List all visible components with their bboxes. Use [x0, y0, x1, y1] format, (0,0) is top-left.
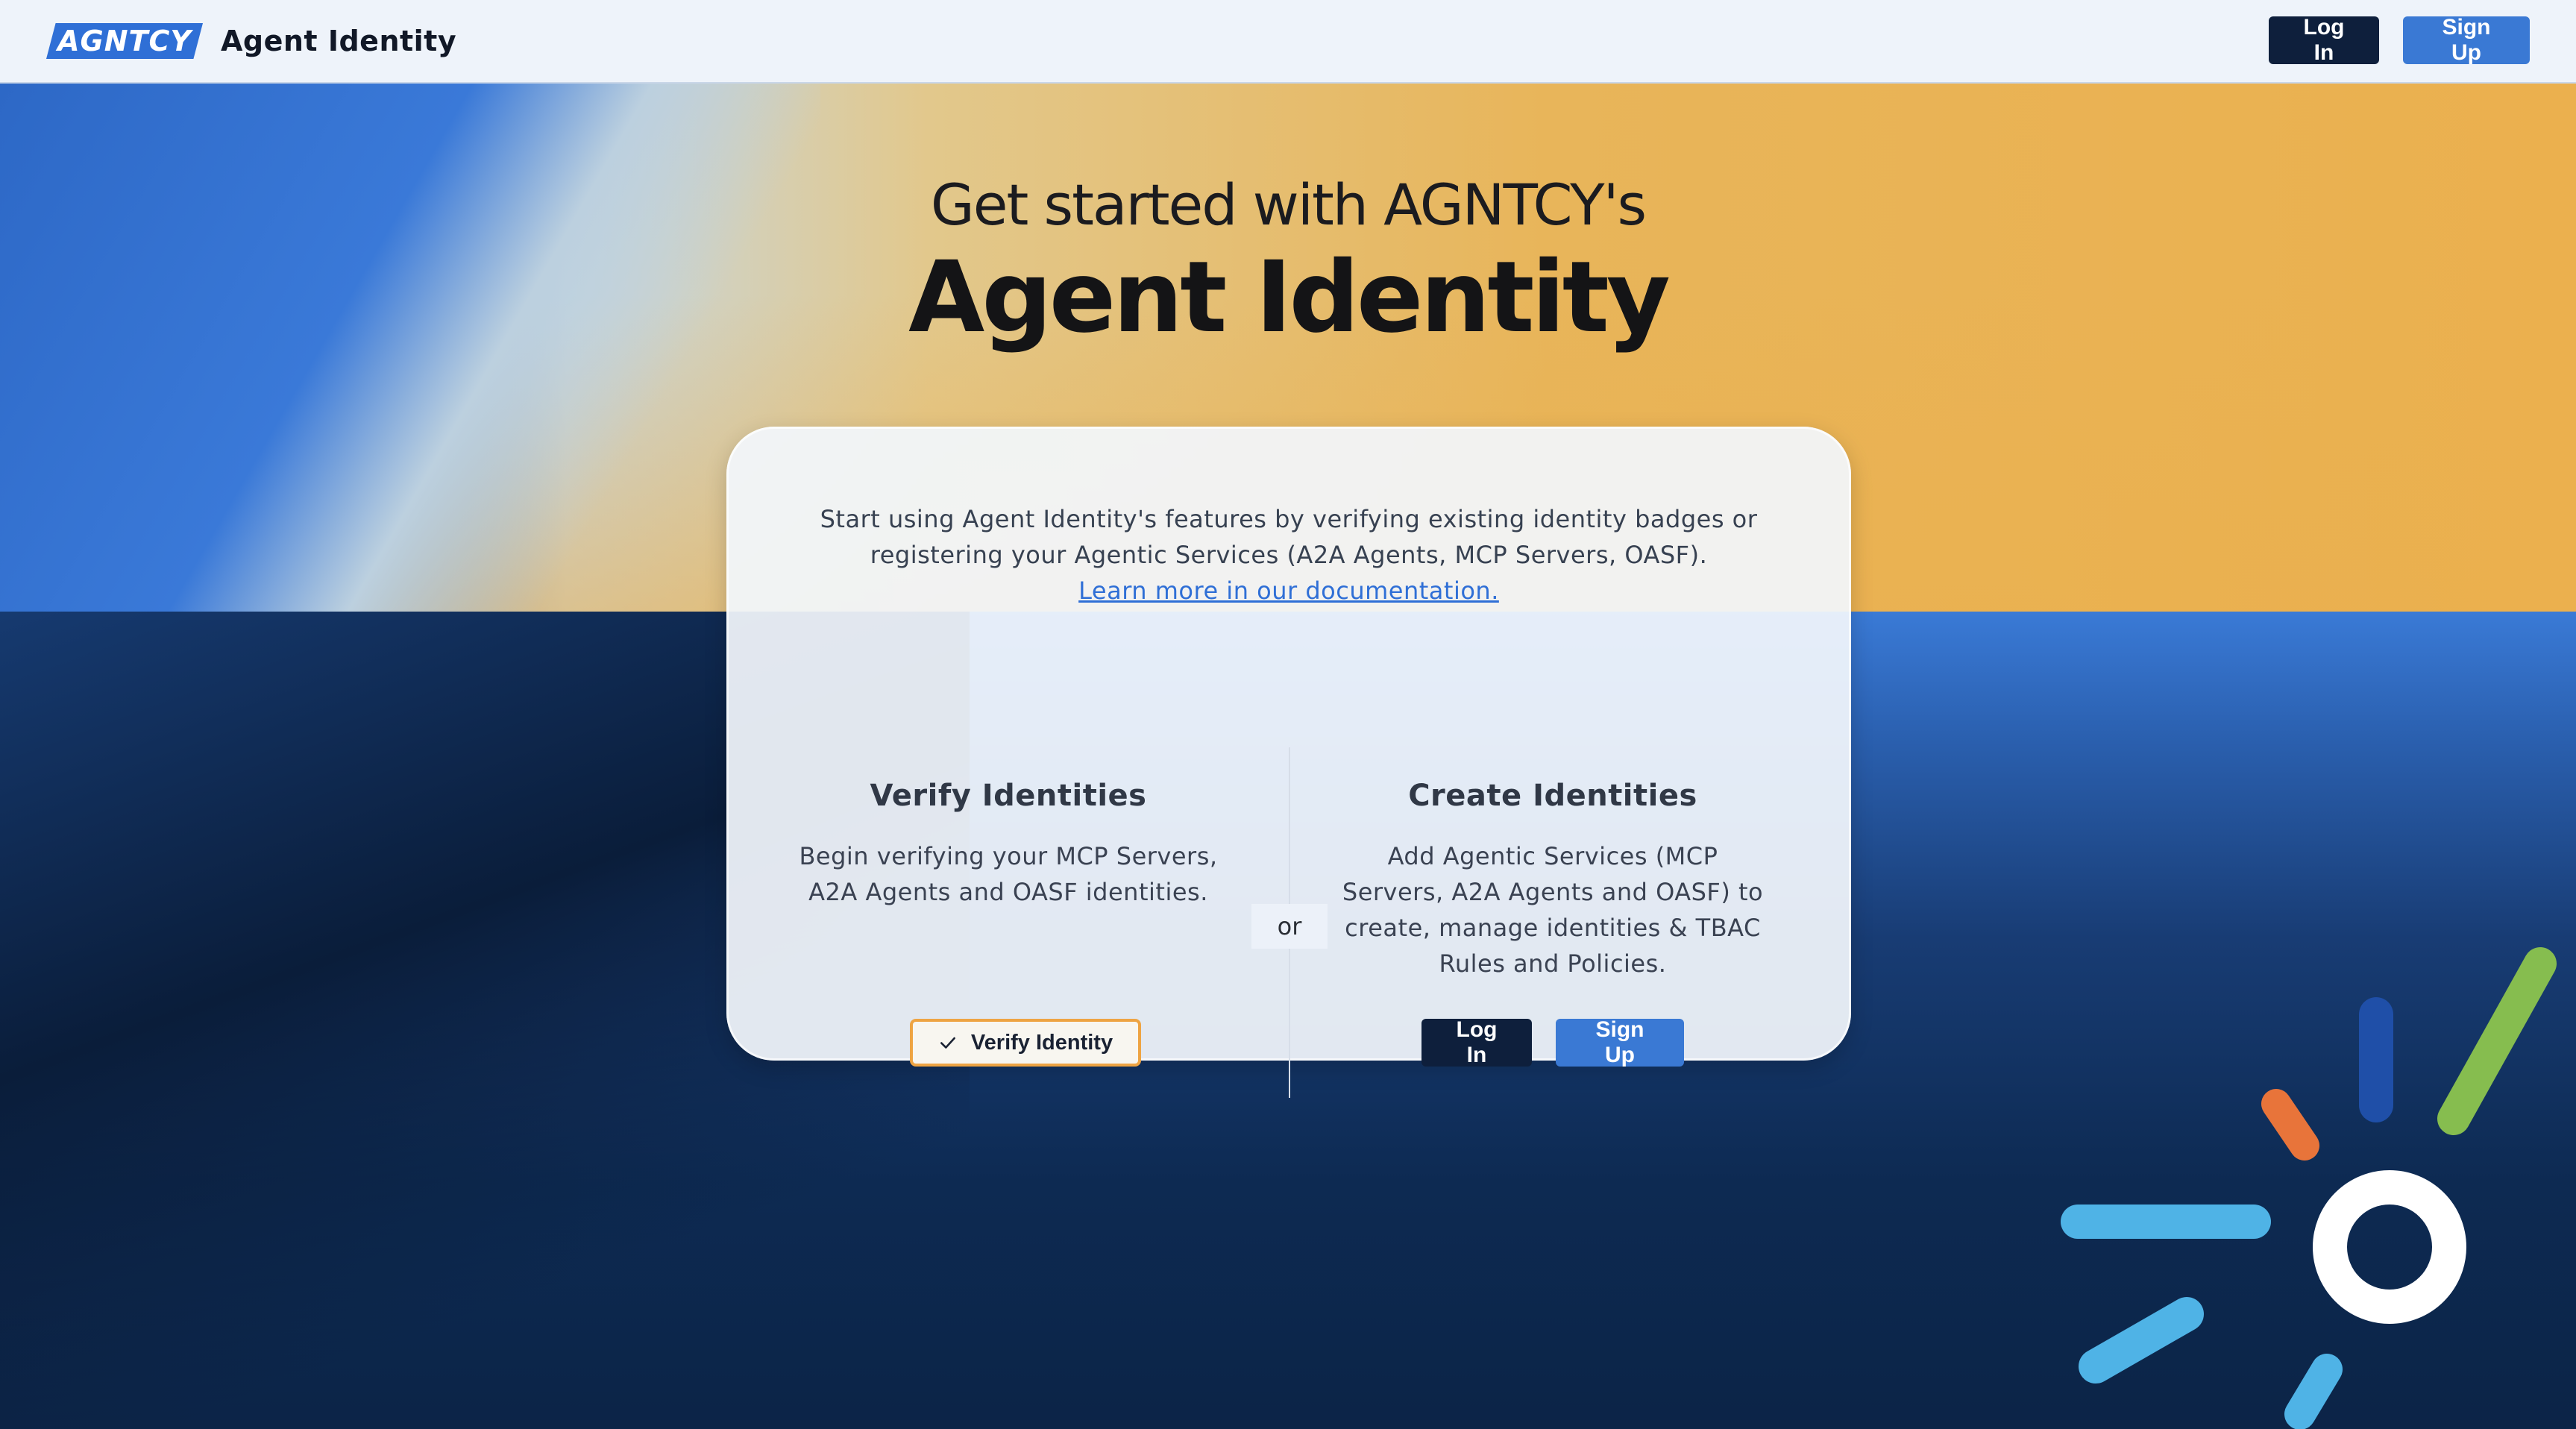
- description-line: Add Agentic Services (MCP: [1387, 842, 1718, 870]
- documentation-link[interactable]: Learn more in our documentation.: [1078, 577, 1499, 605]
- description-line: Begin verifying your MCP Servers,: [799, 842, 1218, 870]
- create-identities-heading: Create Identities: [1408, 779, 1697, 813]
- app-title: Agent Identity: [221, 25, 457, 57]
- card-login-button[interactable]: Log In: [1421, 1017, 1532, 1067]
- brand[interactable]: AGNTCY Agent Identity: [46, 23, 456, 59]
- burst-decoration-icon: [2061, 947, 2557, 1429]
- verify-identity-label: Verify Identity: [970, 1030, 1113, 1055]
- create-identities-actions: Log In Sign Up: [1421, 1017, 1684, 1067]
- agntcy-logo: AGNTCY: [46, 23, 203, 59]
- create-identities-column: Create Identities Add Agentic Services (…: [1310, 779, 1795, 982]
- header-actions: Log In Sign Up: [2269, 15, 2530, 65]
- card-intro: Start using Agent Identity's features by…: [726, 501, 1851, 609]
- card-signup-button[interactable]: Sign Up: [1556, 1017, 1684, 1067]
- verify-identity-button[interactable]: Verify Identity: [910, 1019, 1141, 1067]
- description-line: Rules and Policies.: [1439, 949, 1667, 978]
- top-navigation-bar: AGNTCY Agent Identity Log In Sign Up: [0, 0, 2576, 84]
- card-intro-line: registering your Agentic Services (A2A A…: [870, 541, 1708, 569]
- verify-identities-column: Verify Identities Begin verifying your M…: [766, 779, 1251, 910]
- check-icon: [940, 1037, 955, 1049]
- verify-identities-heading: Verify Identities: [870, 779, 1147, 813]
- hero-title: Agent Identity: [908, 240, 1671, 355]
- card-intro-line: Start using Agent Identity's features by…: [820, 505, 1758, 533]
- description-line: A2A Agents and OASF identities.: [808, 878, 1208, 906]
- get-started-card: Start using Agent Identity's features by…: [726, 427, 1851, 1098]
- create-identities-description: Add Agentic Services (MCP Servers, A2A A…: [1310, 838, 1795, 982]
- header-signup-button[interactable]: Sign Up: [2403, 15, 2530, 65]
- header-login-button[interactable]: Log In: [2269, 15, 2379, 65]
- description-line: Servers, A2A Agents and OASF) to: [1342, 878, 1764, 906]
- description-line: create, manage identities & TBAC: [1345, 914, 1761, 942]
- hero-subtitle: Get started with AGNTCY's: [930, 172, 1647, 238]
- verify-identities-description: Begin verifying your MCP Servers, A2A Ag…: [766, 838, 1251, 910]
